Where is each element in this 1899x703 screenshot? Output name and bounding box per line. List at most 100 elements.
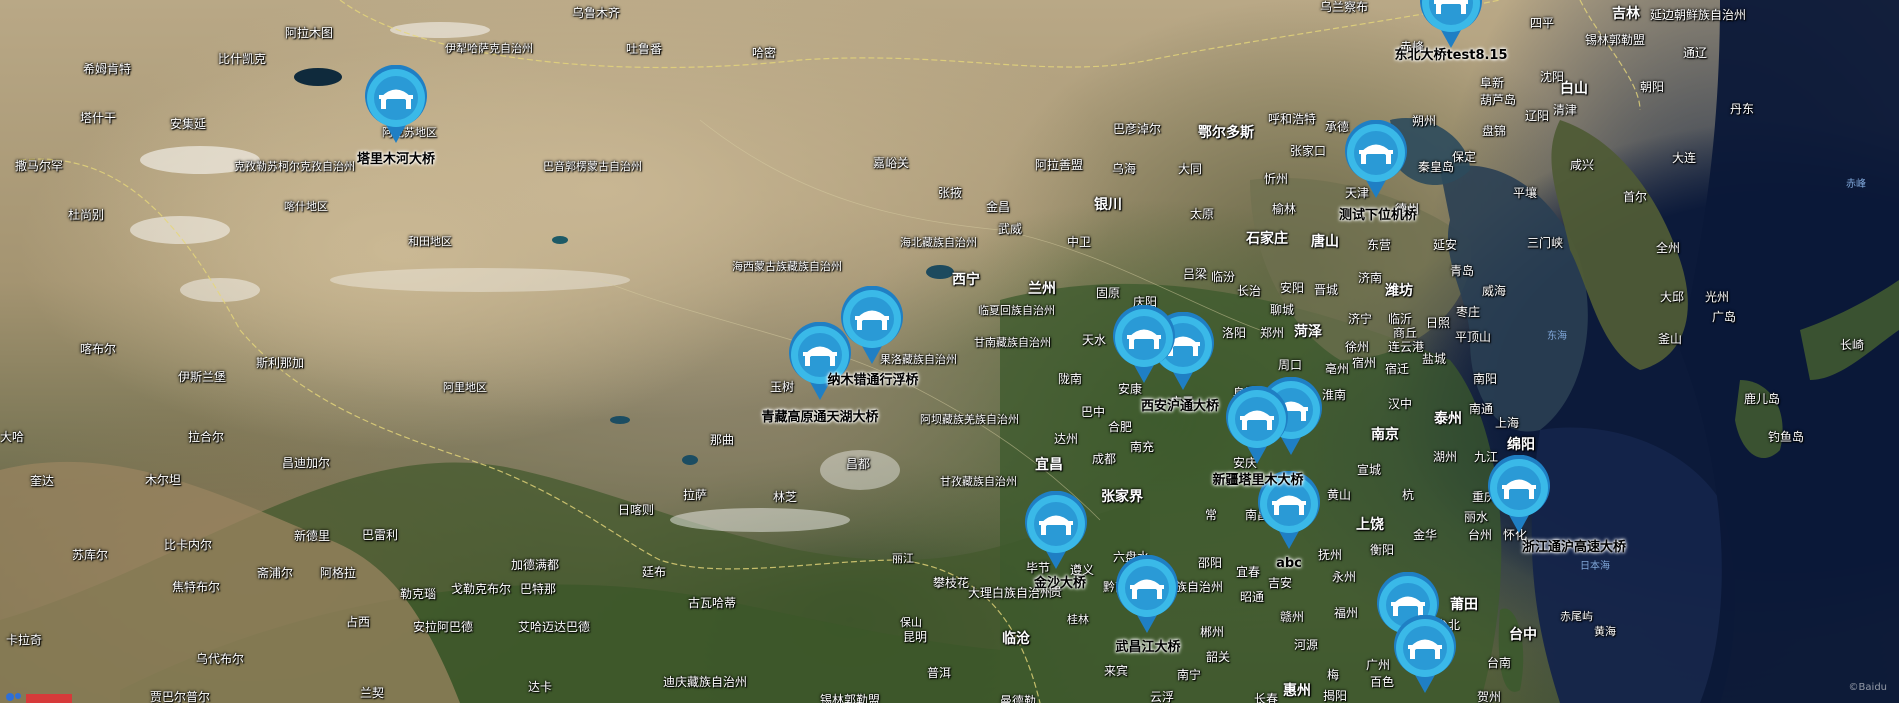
bridge-name[interactable]: 新疆塔里木大桥: [1212, 473, 1303, 488]
bridge-name[interactable]: abc: [1276, 556, 1302, 571]
place-label: 昌都: [846, 457, 871, 471]
map-canvas[interactable]: 阿拉木图 伊犁哈萨克自治州 乌鲁木齐 吐鲁番 比什凯克 希姆肯特 塔什干 安集延…: [0, 0, 1899, 703]
place-label: 郴州: [1200, 625, 1225, 639]
place-label: 白山: [1560, 81, 1588, 97]
bridge-marker-5[interactable]: [785, 322, 855, 402]
place-label: 丽江: [892, 552, 914, 565]
place-label: 福州: [1334, 606, 1359, 620]
bridge-pin-icon: [1488, 455, 1550, 533]
bridge-marker-2[interactable]: [361, 65, 431, 145]
place-label: 广岛: [1712, 310, 1737, 324]
bridge-name[interactable]: 西安沪通大桥: [1141, 399, 1219, 414]
place-label: 青岛: [1450, 264, 1475, 278]
place-label: 杭: [1402, 488, 1415, 502]
baidu-logo-icon: [6, 693, 72, 703]
place-label: 临夏回族自治州: [978, 304, 1055, 317]
place-label: 南阳: [1473, 372, 1498, 386]
bridge-name[interactable]: 纳木错通行浮桥: [827, 373, 918, 388]
place-label: 曼德勒: [1000, 694, 1037, 703]
place-label: 忻州: [1264, 172, 1289, 186]
place-label: 塔什干: [80, 111, 117, 125]
bridge-name[interactable]: 塔里木河大桥: [357, 152, 435, 167]
bridge-name[interactable]: 武昌江大桥: [1115, 640, 1180, 655]
place-label: 乌鲁木齐: [572, 6, 621, 20]
place-label: 中卫: [1067, 235, 1092, 249]
place-label: 莆田: [1450, 597, 1478, 613]
bridge-pin-icon: [1394, 615, 1456, 693]
place-label: 昆明: [903, 630, 928, 644]
place-label: 葫芦岛: [1480, 93, 1517, 107]
bridge-name[interactable]: 东北大桥test8.15: [1394, 48, 1507, 63]
place-label: 潍坊: [1385, 283, 1413, 299]
place-label: 陇南: [1058, 372, 1083, 386]
place-label: 延边朝鲜族自治州: [1650, 8, 1747, 22]
place-label: 银川: [1094, 197, 1122, 213]
place-label: 合肥: [1108, 420, 1133, 434]
place-label: 三门峡: [1527, 236, 1564, 250]
place-label: 阿坝藏族羌族自治州: [920, 413, 1019, 426]
place-label: 长春: [1254, 692, 1279, 703]
bridge-pin-icon: [1113, 305, 1175, 383]
bridge-name[interactable]: 测试下位机桥: [1339, 208, 1417, 223]
place-label: 盐城: [1422, 352, 1447, 366]
bridge-pin-icon: [1116, 555, 1178, 633]
place-label: 海西蒙古族藏族自治州: [732, 260, 842, 273]
place-label: 秦皇岛: [1418, 160, 1455, 174]
place-label: 昌迪加尔: [282, 456, 331, 470]
place-label: 南通: [1469, 402, 1494, 416]
place-label: 巴中: [1081, 405, 1106, 419]
bridge-name[interactable]: 金沙大桥: [1034, 576, 1086, 591]
bridge-marker-8[interactable]: [1222, 386, 1292, 466]
place-label: 南宁: [1177, 668, 1202, 682]
place-label: 廷布: [642, 565, 667, 579]
place-label: 巴彦淖尔: [1113, 122, 1162, 136]
place-label: 张掖: [938, 186, 963, 200]
place-label: 艾哈迈达巴德: [518, 620, 591, 634]
place-label: 张家界: [1101, 489, 1143, 505]
bridge-marker-12[interactable]: [1021, 491, 1091, 571]
place-label: 吉安: [1268, 576, 1293, 590]
bridge-marker-1[interactable]: [1416, 0, 1486, 50]
bridge-marker-11[interactable]: [1484, 455, 1554, 535]
bridge-marker-13[interactable]: [1112, 555, 1182, 635]
place-label: 湖州: [1433, 450, 1458, 464]
place-label: 木尔坦: [145, 473, 182, 487]
place-label: 长崎: [1840, 338, 1865, 352]
place-label: 甘南藏族自治州: [974, 336, 1051, 349]
place-label: 洛阳: [1222, 326, 1247, 340]
place-label: 阿拉善盟: [1035, 158, 1084, 172]
place-label: 黄海: [1594, 625, 1616, 638]
place-label: 古瓦哈蒂: [688, 596, 737, 610]
bridge-marker-3[interactable]: [1341, 120, 1411, 200]
place-label: 光州: [1705, 290, 1730, 304]
place-label: 吉林: [1612, 6, 1640, 22]
bridge-pin-icon: [1345, 120, 1407, 198]
bridge-name[interactable]: 青藏高原通天湖大桥: [761, 410, 878, 425]
place-label: 克孜勒苏柯尔克孜自治州: [234, 160, 355, 173]
place-label: 来宾: [1104, 664, 1129, 678]
place-label: 加德满都: [511, 558, 560, 572]
place-label: 希姆肯特: [83, 62, 132, 76]
bridge-pin-icon: [789, 322, 851, 400]
place-label: 鹿儿岛: [1744, 392, 1781, 406]
place-label: 榆林: [1272, 202, 1297, 216]
place-label: 宣城: [1357, 463, 1382, 477]
bridge-pin-icon: [1226, 386, 1288, 464]
bridge-name[interactable]: 浙江通沪高速大桥: [1522, 540, 1626, 555]
place-label: 黄山: [1327, 488, 1352, 502]
place-label: 枣庄: [1456, 305, 1481, 319]
bridge-pin-icon: [365, 65, 427, 143]
place-label: 甘孜藏族自治州: [940, 475, 1017, 488]
place-label: 太原: [1190, 207, 1215, 221]
bridge-marker-6[interactable]: [1109, 305, 1179, 385]
place-label: 安阳: [1280, 281, 1305, 295]
place-label: 周口: [1278, 358, 1303, 372]
bridge-marker-15[interactable]: [1390, 615, 1460, 695]
bridge-pin-icon: [1420, 0, 1482, 48]
place-label: 乌兰察布: [1320, 0, 1369, 14]
place-label: 宿州: [1352, 356, 1377, 370]
place-label: 连云港: [1388, 340, 1425, 354]
place-label: 苏库尔: [72, 548, 109, 562]
place-label: 安拉阿巴德: [413, 620, 474, 634]
bridge-pin-icon: [1025, 491, 1087, 569]
